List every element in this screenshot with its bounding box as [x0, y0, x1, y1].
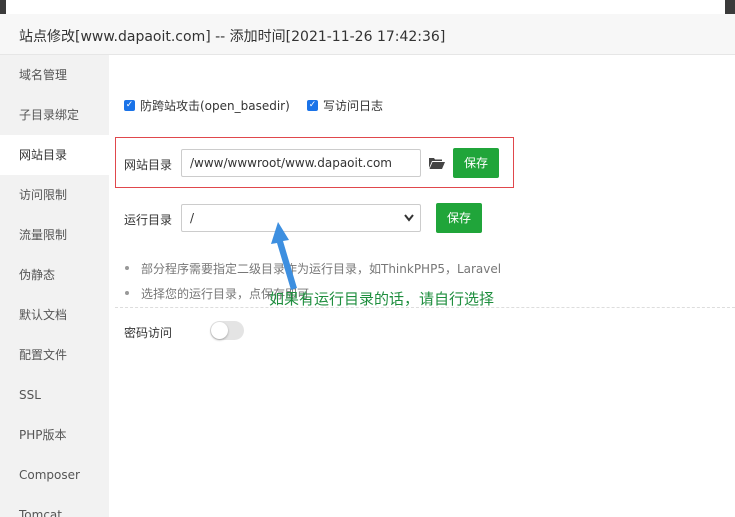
save-site-dir-button[interactable]: 保存: [453, 148, 499, 178]
toggle-knob: [211, 322, 228, 339]
sidebar-item-composer[interactable]: Composer: [0, 455, 109, 495]
checkbox-checked-icon[interactable]: ✓: [307, 100, 318, 111]
save-run-dir-button[interactable]: 保存: [436, 203, 482, 233]
window-top-strip: [0, 0, 735, 14]
annotation-text: 如果有运行目录的话，请自行选择: [269, 290, 495, 308]
sidebar-item-ssl[interactable]: SSL: [0, 375, 109, 415]
password-access-label: 密码访问: [124, 326, 173, 340]
dialog-title: 站点修改[www.dapaoit.com] -- 添加时间[2021-11-26…: [19, 29, 446, 45]
sidebar-item-php-version[interactable]: PHP版本: [0, 415, 109, 455]
site-dir-label: 网站目录: [124, 158, 173, 172]
sidebar: 域名管理 子目录绑定 网站目录 访问限制 流量限制 伪静态 默认文档 配置文件 …: [0, 55, 109, 517]
dialog-titlebar: 站点修改[www.dapaoit.com] -- 添加时间[2021-11-26…: [0, 14, 735, 55]
folder-open-icon[interactable]: [429, 157, 445, 169]
sidebar-item-config[interactable]: 配置文件: [0, 335, 109, 375]
open-basedir-checkbox[interactable]: ✓ 防跨站攻击(open_basedir): [124, 97, 290, 114]
window-edge: [725, 0, 735, 14]
sidebar-item-site-dir[interactable]: 网站目录: [0, 135, 109, 175]
run-dir-label: 运行目录: [124, 213, 173, 227]
site-dir-input[interactable]: /www/wwwroot/www.dapaoit.com: [181, 149, 421, 177]
sidebar-item-tomcat[interactable]: Tomcat: [0, 495, 109, 517]
password-access-toggle[interactable]: [210, 321, 244, 340]
checkbox-checked-icon[interactable]: ✓: [124, 100, 135, 111]
access-log-checkbox[interactable]: ✓ 写访问日志: [307, 97, 383, 114]
window-edge: [0, 0, 6, 14]
open-basedir-label: 防跨站攻击(open_basedir): [140, 99, 290, 113]
list-item: 部分程序需要指定二级目录作为运行目录，如ThinkPHP5，Laravel: [123, 260, 501, 285]
sidebar-item-subdir[interactable]: 子目录绑定: [0, 95, 109, 135]
run-dir-selected-value: /: [190, 211, 195, 225]
sidebar-item-rewrite[interactable]: 伪静态: [0, 255, 109, 295]
sidebar-item-access-limit[interactable]: 访问限制: [0, 175, 109, 215]
sidebar-item-domain[interactable]: 域名管理: [0, 55, 109, 95]
access-log-label: 写访问日志: [323, 99, 384, 113]
sidebar-item-default-doc[interactable]: 默认文档: [0, 295, 109, 335]
annotation-arrow-icon: [271, 222, 297, 290]
chevron-down-icon: [404, 205, 414, 241]
sidebar-item-traffic-limit[interactable]: 流量限制: [0, 215, 109, 255]
main-content: ✓ 防跨站攻击(open_basedir) ✓ 写访问日志 网站目录 /www/…: [109, 55, 735, 517]
